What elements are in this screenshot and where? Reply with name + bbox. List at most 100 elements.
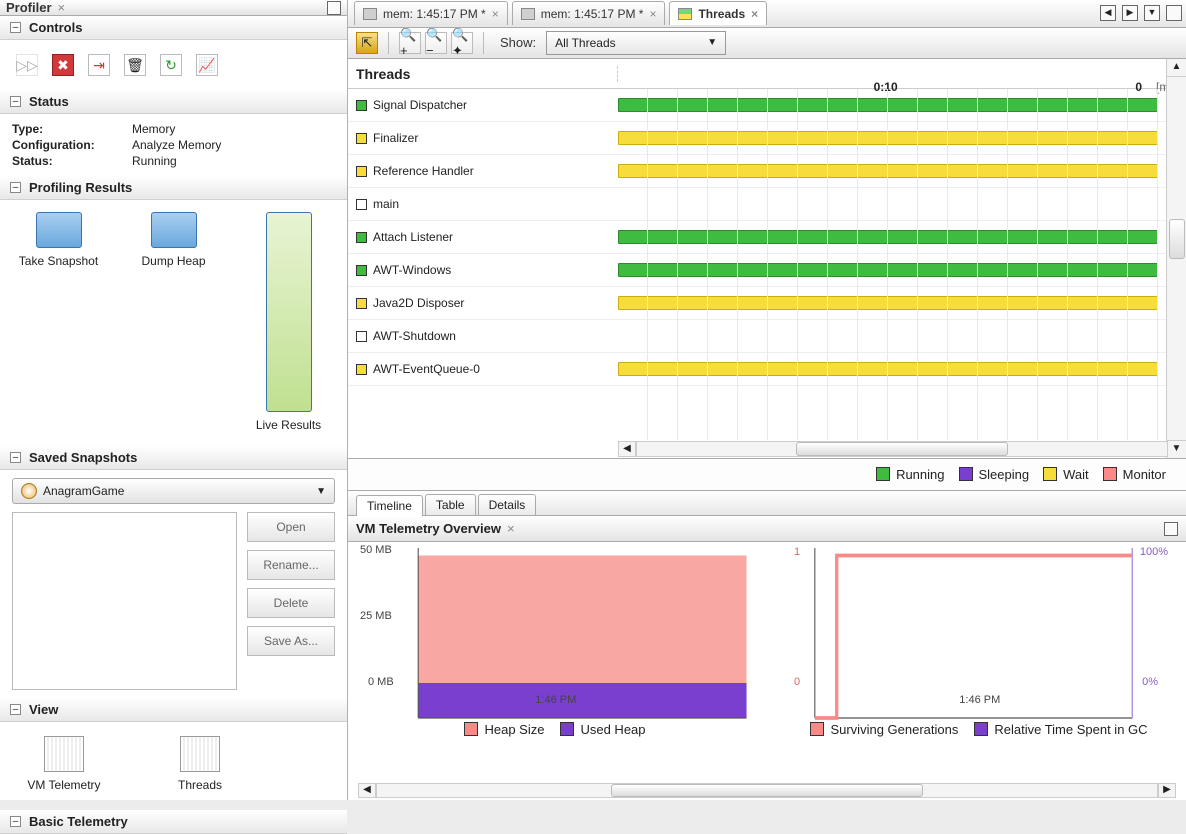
stop-icon[interactable]: ✖ [52,54,74,76]
legend-monitor-label: Monitor [1123,467,1166,482]
scroll-thumb[interactable] [611,784,923,797]
legend-running-label: Running [896,467,944,482]
thread-bar [618,362,1158,376]
scroll-thumb[interactable] [796,442,1008,456]
thread-row[interactable]: AWT-EventQueue-0 [348,353,1186,386]
dropdown-icon[interactable]: ▼ [1144,5,1160,21]
minimize-icon[interactable] [327,1,341,15]
thread-name: Reference Handler [373,164,474,178]
thread-row[interactable]: AWT-Windows [348,254,1186,287]
coffee-icon [21,483,37,499]
section-controls-header[interactable]: – Controls [0,16,347,40]
reset-icon[interactable]: ⇥ [88,54,110,76]
collapse-icon: – [10,22,21,33]
thread-row[interactable]: Attach Listener [348,221,1186,254]
section-profiling-label: Profiling Results [29,180,132,195]
nav-right-icon[interactable]: ▶ [1122,5,1138,21]
close-icon[interactable]: × [751,7,758,21]
export-icon[interactable]: ⇱ [356,32,378,54]
section-status-header[interactable]: – Status [0,90,347,114]
tab-mem-2[interactable]: mem: 1:45:17 PM *× [512,1,666,25]
show-label: Show: [500,35,536,50]
dump-heap-label: Dump Heap [127,254,220,268]
snapshot-list[interactable] [12,512,237,690]
scroll-up-icon[interactable]: ▲ [1167,59,1186,77]
profiler-tab-bar: Profiler × [0,0,347,16]
take-snapshot-button[interactable]: Take Snapshot [12,212,105,432]
gc-icon[interactable]: ↻ [160,54,182,76]
status-type-val: Memory [132,122,335,136]
snapshot-select[interactable]: AnagramGame ▼ [12,478,335,504]
tab-threads[interactable]: Threads× [669,1,767,25]
live-results-icon [266,212,312,412]
scroll-left-icon[interactable]: ◀ [358,783,376,798]
section-basic-telemetry-header[interactable]: – Basic Telemetry [0,810,347,834]
threads-timeline: Threads 0:10 0 [m:s] Signal DispatcherFi… [348,59,1186,459]
scroll-right-icon[interactable]: ▶ [1158,783,1176,798]
horizontal-scrollbar[interactable]: ◀ ▶ [348,440,1186,458]
chart-icon[interactable]: 📈 [196,54,218,76]
take-snapshot-label: Take Snapshot [12,254,105,268]
show-select[interactable]: All Threads ▼ [546,31,726,55]
save-as-button[interactable]: Save As... [247,626,335,656]
dump-heap-button[interactable]: Dump Heap [127,212,220,432]
thread-name: AWT-EventQueue-0 [373,362,480,376]
thread-row[interactable]: Java2D Disposer [348,287,1186,320]
subtab-details[interactable]: Details [478,494,537,515]
thread-row[interactable]: Signal Dispatcher [348,89,1186,122]
state-icon [356,232,367,243]
rerun-icon[interactable]: ▷▷ [16,54,38,76]
close-icon[interactable]: × [58,0,66,15]
status-status-val: Running [132,154,335,168]
vertical-scrollbar[interactable]: ▲ ▼ [1166,59,1186,458]
threads-button[interactable]: Threads [152,736,248,792]
scroll-down-icon[interactable]: ▼ [1167,440,1186,458]
zoom-in-icon[interactable]: 🔍+ [399,32,421,54]
thread-row[interactable]: Reference Handler [348,155,1186,188]
close-icon[interactable]: × [507,521,515,536]
subtab-timeline[interactable]: Timeline [356,495,423,516]
threads-legend: Running Sleeping Wait Monitor [348,459,1186,491]
vm-telemetry-label: VM Telemetry [16,778,112,792]
collapse-icon: – [10,704,21,715]
status-table: Type: Memory Configuration: Analyze Memo… [12,122,335,168]
section-view-header[interactable]: – View [0,698,347,722]
section-basic-telemetry-label: Basic Telemetry [29,814,128,829]
thread-row[interactable]: main [348,188,1186,221]
scroll-left-icon[interactable]: ◀ [618,441,636,457]
open-button[interactable]: Open [247,512,335,542]
close-icon[interactable]: × [492,7,499,21]
minimize-icon[interactable] [1164,522,1178,536]
delete-button[interactable]: Delete [247,588,335,618]
rename-button[interactable]: Rename... [247,550,335,580]
section-snapshots-header[interactable]: – Saved Snapshots [0,446,347,470]
maximize-icon[interactable] [1166,5,1182,21]
heap-icon [151,212,197,248]
state-icon [356,265,367,276]
show-select-value: All Threads [555,36,615,50]
state-icon [356,199,367,210]
legend-surv-icon [810,722,824,736]
status-config-val: Analyze Memory [132,138,335,152]
subtab-table[interactable]: Table [425,494,476,515]
section-profiling-header[interactable]: – Profiling Results [0,176,347,200]
x-lbl: 1:46 PM [535,694,576,706]
telemetry-scrollbar[interactable]: ◀ ▶ [358,782,1176,800]
tab-mem-1[interactable]: mem: 1:45:17 PM *× [354,1,508,25]
nav-left-icon[interactable]: ◀ [1100,5,1116,21]
thread-row[interactable]: AWT-Shutdown [348,320,1186,353]
zoom-fit-icon[interactable]: 🔍✦ [451,32,473,54]
ry-top: 1 [794,546,800,558]
trash-icon[interactable]: 🗑 [124,54,146,76]
zoom-out-icon[interactable]: 🔍− [425,32,447,54]
profiler-panel: Profiler × – Controls ▷▷ ✖ ⇥ 🗑 ↻ 📈 – Sta… [0,0,348,800]
thread-name: Finalizer [373,131,418,145]
vm-telemetry-button[interactable]: VM Telemetry [16,736,112,792]
close-icon[interactable]: × [649,7,656,21]
scroll-thumb[interactable] [1169,219,1185,259]
threads-label: Threads [152,778,248,792]
thread-row[interactable]: Finalizer [348,122,1186,155]
profiler-title: Profiler [6,0,52,15]
live-results-button[interactable]: Live Results [242,212,335,432]
collapse-icon: – [10,182,21,193]
